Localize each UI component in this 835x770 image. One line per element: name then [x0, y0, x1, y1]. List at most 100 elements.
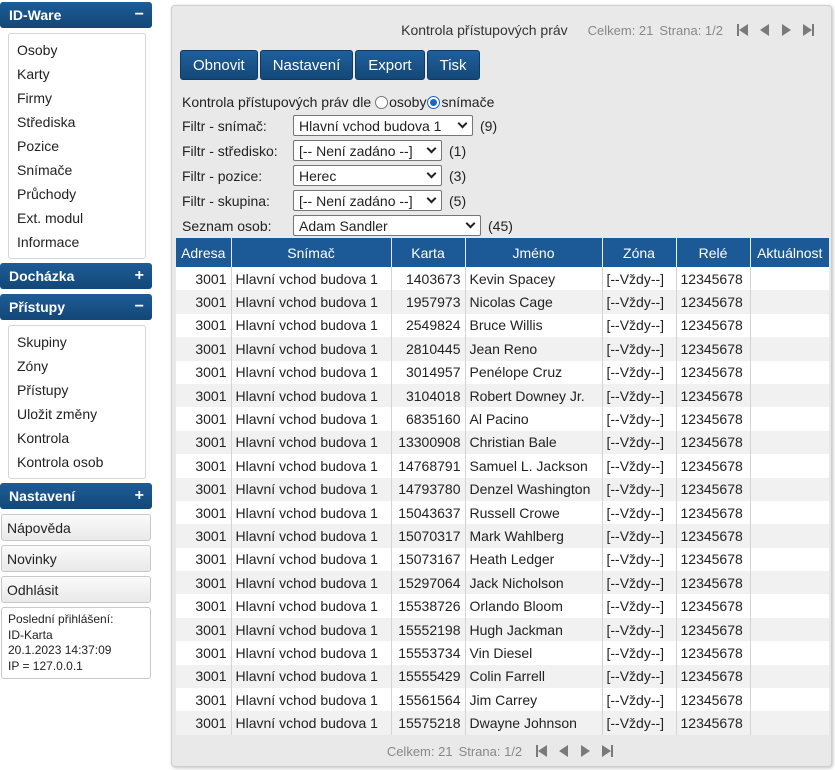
table-row[interactable]: 3001 Hlavní vchod budova 1 15555429 Colin F… — [176, 664, 829, 689]
collapse-icon[interactable]: − — [135, 7, 144, 23]
persons-list-select[interactable]: Adam Sandler — [293, 215, 481, 236]
menu-item-skupiny[interactable]: Skupiny — [9, 330, 145, 354]
chevron-down-icon — [457, 118, 468, 129]
news-button[interactable]: Novinky — [1, 545, 151, 572]
menu-item-pozice[interactable]: Pozice — [9, 134, 145, 158]
table-row[interactable]: 3001 Hlavní vchod budova 1 13300908 Christi… — [176, 430, 829, 455]
table-row[interactable]: 3001 Hlavní vchod budova 1 15575218 Dwayne … — [176, 711, 829, 735]
prev-page-icon[interactable] — [755, 22, 773, 38]
table-row[interactable]: 3001 Hlavní vchod budova 1 14793780 Denzel … — [176, 477, 829, 501]
top-pager-bar: Kontrola přístupových práv Celkem: 21 St… — [172, 20, 831, 40]
table-row[interactable]: 3001 Hlavní vchod budova 1 1957973 Nicolas … — [176, 290, 829, 314]
col-rele-cell: 12345678 — [676, 360, 751, 384]
export-button[interactable]: Export — [355, 50, 425, 80]
menu-item-kontrola-osob[interactable]: Kontrola osob — [9, 450, 145, 474]
menu-item-strediska[interactable]: Střediska — [9, 110, 145, 134]
mode-persons-label[interactable]: osoby — [389, 94, 426, 110]
expand-icon[interactable]: + — [135, 488, 144, 504]
table-row[interactable]: 3001 Hlavní vchod budova 1 3104018 Robert D… — [176, 383, 829, 408]
table-row[interactable]: 3001 Hlavní vchod budova 1 14768791 Samuel … — [176, 454, 829, 478]
col-karta-cell: 15561564 — [391, 688, 466, 712]
menu-item-osoby[interactable]: Osoby — [9, 38, 145, 62]
col-karta-cell: 1403673 — [391, 267, 466, 291]
filter-center-select[interactable]: [-- Není zadáno --] — [293, 140, 442, 161]
table-row[interactable]: 3001 Hlavní vchod budova 1 15538726 Orlando… — [176, 594, 829, 618]
col-karta-cell: 15297064 — [391, 571, 466, 595]
col-adresa-cell: 3001 — [176, 337, 232, 361]
col-adresa-cell: 3001 — [176, 688, 232, 712]
collapse-icon[interactable]: − — [135, 299, 144, 315]
section-dochazka-header[interactable]: Docházka + — [0, 263, 152, 289]
prev-page-icon[interactable] — [554, 743, 572, 759]
table-row[interactable]: 3001 Hlavní vchod budova 1 15553734 Vin Die… — [176, 641, 829, 665]
col-adresa-header[interactable]: Adresa — [176, 238, 232, 267]
table-row[interactable]: 3001 Hlavní vchod budova 1 15552198 Hugh Ja… — [176, 617, 829, 642]
mode-readers-radio[interactable] — [427, 95, 441, 109]
col-karta-cell: 2549824 — [391, 313, 466, 338]
col-jmeno-cell: Hugh Jackman — [465, 617, 603, 642]
expand-icon[interactable]: + — [135, 268, 144, 284]
menu-item-pruchody[interactable]: Průchody — [9, 182, 145, 206]
table-row[interactable]: 3001 Hlavní vchod budova 1 2810445 Jean Ren… — [176, 337, 829, 361]
next-page-icon[interactable] — [777, 22, 795, 38]
table-row[interactable]: 3001 Hlavní vchod budova 1 15073167 Heath L… — [176, 547, 829, 572]
col-zona-cell: [--Vždy--] — [602, 641, 677, 665]
col-snimac-header[interactable]: Snímač — [231, 238, 392, 267]
help-button[interactable]: Nápověda — [1, 514, 151, 541]
table-row[interactable]: 3001 Hlavní vchod budova 1 1403673 Kevin Sp… — [176, 267, 829, 291]
filter-position-select[interactable]: Herec — [293, 165, 442, 186]
last-page-icon[interactable] — [799, 22, 817, 38]
mode-readers-label[interactable]: snímače — [441, 94, 494, 110]
refresh-button[interactable]: Obnovit — [180, 50, 258, 80]
filter-reader-select[interactable]: Hlavní vchod budova 1 — [293, 115, 473, 136]
section-idware-header[interactable]: ID-Ware − — [0, 2, 152, 28]
section-pristupy-header[interactable]: Přístupy − — [0, 294, 152, 320]
last-page-icon[interactable] — [598, 743, 616, 759]
main-panel: Kontrola přístupových práv Celkem: 21 St… — [171, 5, 832, 767]
col-rele-header[interactable]: Relé — [676, 238, 751, 267]
col-rele-cell: 12345678 — [676, 524, 751, 548]
col-snimac-cell: Hlavní vchod budova 1 — [231, 267, 392, 291]
col-jmeno-cell: Jim Carrey — [465, 688, 603, 712]
col-zona-cell: [--Vždy--] — [602, 337, 677, 361]
menu-item-ext-modul[interactable]: Ext. modul — [9, 206, 145, 230]
menu-item-zony[interactable]: Zóny — [9, 354, 145, 378]
first-page-icon[interactable] — [733, 22, 751, 38]
col-aktualnost-cell — [750, 383, 829, 408]
col-aktualnost-cell — [750, 430, 829, 455]
filter-center-label: Filtr - středisko: — [182, 142, 278, 159]
col-aktualnost-header[interactable]: Aktuálnost — [750, 238, 829, 267]
menu-item-pristupy[interactable]: Přístupy — [9, 378, 145, 402]
col-zona-cell: [--Vždy--] — [602, 383, 677, 408]
col-adresa-cell: 3001 — [176, 500, 232, 525]
next-page-icon[interactable] — [576, 743, 594, 759]
table-row[interactable]: 3001 Hlavní vchod budova 1 15070317 Mark Wa… — [176, 524, 829, 548]
table-row[interactable]: 3001 Hlavní vchod budova 1 6835160 Al Pacin… — [176, 407, 829, 431]
table-row[interactable]: 3001 Hlavní vchod budova 1 2549824 Bruce Wi… — [176, 313, 829, 338]
table-row[interactable]: 3001 Hlavní vchod budova 1 3014957 Penélope… — [176, 360, 829, 384]
col-karta-cell: 15555429 — [391, 664, 466, 689]
menu-item-karty[interactable]: Karty — [9, 62, 145, 86]
menu-item-informace[interactable]: Informace — [9, 230, 145, 254]
menu-item-firmy[interactable]: Firmy — [9, 86, 145, 110]
settings-button[interactable]: Nastavení — [259, 50, 354, 80]
col-rele-cell: 12345678 — [676, 500, 751, 525]
mode-persons-radio[interactable] — [375, 95, 389, 109]
logout-button[interactable]: Odhlásit — [1, 576, 151, 603]
table-row[interactable]: 3001 Hlavní vchod budova 1 15043637 Russell… — [176, 500, 829, 525]
print-button[interactable]: Tisk — [426, 50, 480, 80]
persons-list-label: Seznam osob: — [182, 217, 272, 234]
menu-item-snimace[interactable]: Snímače — [9, 158, 145, 182]
section-idware-title: ID-Ware — [9, 7, 62, 23]
col-karta-header[interactable]: Karta — [391, 238, 466, 267]
col-zona-header[interactable]: Zóna — [602, 238, 677, 267]
menu-item-kontrola[interactable]: Kontrola — [9, 426, 145, 450]
col-jmeno-header[interactable]: Jméno — [465, 238, 603, 267]
menu-item-ulozit-zmeny[interactable]: Uložit změny — [9, 402, 145, 426]
filter-group-select[interactable]: [-- Není zadáno --] — [293, 190, 442, 211]
table-row[interactable]: 3001 Hlavní vchod budova 1 15561564 Jim Car… — [176, 688, 829, 712]
first-page-icon[interactable] — [532, 743, 550, 759]
table-row[interactable]: 3001 Hlavní vchod budova 1 15297064 Jack Ni… — [176, 571, 829, 595]
section-nastaveni-header[interactable]: Nastavení + — [0, 483, 152, 509]
col-adresa-cell: 3001 — [176, 594, 232, 618]
